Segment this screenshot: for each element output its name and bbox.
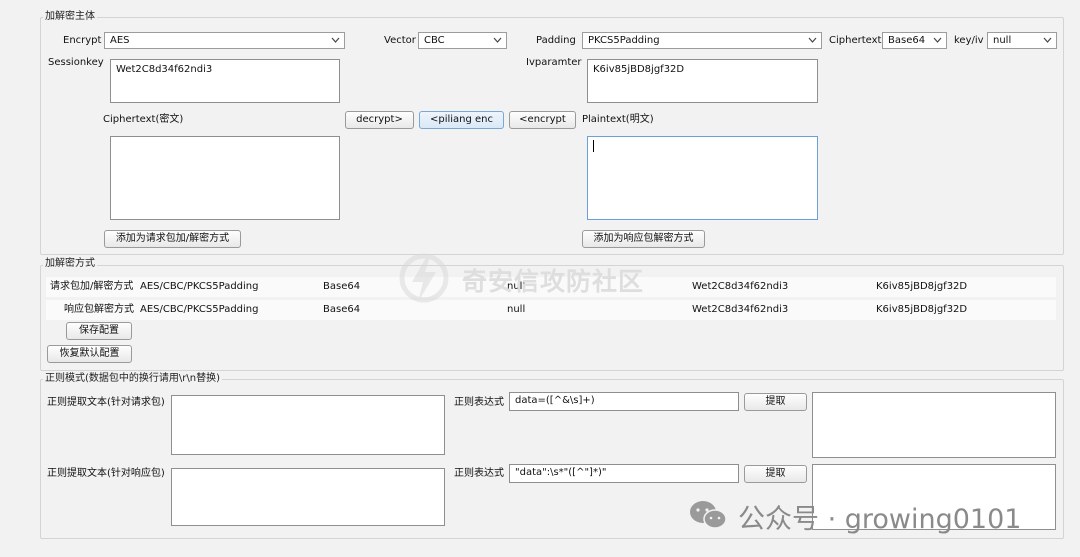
- method-row-iv: K6iv85jBD8jgf32D: [876, 281, 968, 292]
- vector-select[interactable]: CBC: [418, 32, 507, 49]
- regex-response-textarea[interactable]: [171, 468, 445, 526]
- vector-select-value: CBC: [424, 35, 445, 46]
- method-row-key: Wet2C8d34f62ndi3: [692, 281, 789, 292]
- method-row-algo: AES/CBC/PKCS5Padding: [140, 281, 259, 292]
- vector-label: Vector: [384, 35, 416, 46]
- chevron-down-icon: [331, 37, 340, 43]
- add-response-method-button[interactable]: 添加为响应包解密方式: [582, 230, 705, 248]
- crypto-group-legend: 加解密主体: [43, 11, 97, 23]
- regex-expr-value-1: data=([^&\s]+): [515, 395, 595, 406]
- method-row-iv: K6iv85jBD8jgf32D: [876, 304, 968, 315]
- ciphertext-format-label: Ciphertext: [829, 35, 882, 46]
- regex-expr-input-2[interactable]: "data":\s*"([^"]*)": [509, 464, 739, 483]
- chevron-down-icon: [1043, 37, 1052, 43]
- chevron-down-icon: [933, 37, 942, 43]
- extract-button-1[interactable]: 提取: [744, 393, 807, 411]
- plaintext-textarea[interactable]: [587, 136, 818, 220]
- encrypt-label: Encrypt: [63, 35, 102, 46]
- method-row-keyiv: null: [507, 304, 526, 315]
- ciphertext-format-value: Base64: [888, 35, 926, 46]
- center-watermark: 奇安信攻防社区: [462, 267, 645, 296]
- regex-expr-label-1: 正则表达式: [454, 397, 504, 408]
- regex-expr-value-2: "data":\s*"([^"]*)": [515, 467, 607, 478]
- padding-label: Padding: [536, 35, 576, 46]
- chevron-down-icon: [808, 37, 817, 43]
- qianxin-logo-icon: [399, 253, 449, 303]
- plaintext-area-label: Plaintext(明文): [582, 114, 654, 125]
- regex-expr-input-1[interactable]: data=([^&\s]+): [509, 392, 739, 411]
- decrypt-button[interactable]: decrypt>: [345, 111, 414, 129]
- regex-request-label: 正则提取文本(针对请求包): [47, 397, 165, 408]
- ivparam-input[interactable]: K6iv85jBD8jgf32D: [587, 59, 818, 103]
- keyiv-select[interactable]: null: [987, 32, 1057, 49]
- wechat-icon: [690, 501, 727, 529]
- add-request-method-button[interactable]: 添加为请求包加/解密方式: [104, 230, 241, 248]
- extract-button-2[interactable]: 提取: [744, 465, 807, 483]
- sessionkey-label: Sessionkey: [48, 57, 104, 68]
- restore-default-config-button[interactable]: 恢复默认配置: [47, 345, 132, 363]
- chevron-down-icon: [493, 37, 502, 43]
- regex-request-textarea[interactable]: [171, 395, 445, 455]
- encrypt-select[interactable]: AES: [104, 32, 345, 49]
- ivparam-label: Ivparamter: [526, 57, 582, 68]
- ciphertext-format-select[interactable]: Base64: [882, 32, 947, 49]
- keyiv-label: key/iv: [954, 35, 984, 46]
- method-row-label: 请求包加/解密方式: [50, 281, 134, 292]
- sessionkey-input[interactable]: Wet2C8d34f62ndi3: [110, 59, 340, 103]
- padding-select-value: PKCS5Padding: [588, 35, 660, 46]
- method-row-algo: AES/CBC/PKCS5Padding: [140, 304, 259, 315]
- regex-expr-label-2: 正则表达式: [454, 468, 504, 479]
- method-row-encoding: Base64: [323, 281, 361, 292]
- keyiv-select-value: null: [993, 35, 1012, 46]
- encrypt-select-value: AES: [110, 35, 130, 46]
- bottom-watermark: 公众号 · growing0101: [738, 504, 1022, 535]
- ciphertext-area-label: Ciphertext(密文): [103, 114, 184, 125]
- ciphertext-textarea[interactable]: [110, 136, 340, 220]
- sessionkey-value: Wet2C8d34f62ndi3: [116, 64, 213, 75]
- regex-response-label: 正则提取文本(针对响应包): [47, 468, 165, 479]
- text-caret: [593, 140, 594, 152]
- save-config-button[interactable]: 保存配置: [66, 322, 132, 340]
- piliang-enc-button[interactable]: <piliang enc: [419, 111, 504, 129]
- ivparam-value: K6iv85jBD8jgf32D: [593, 64, 685, 75]
- padding-select[interactable]: PKCS5Padding: [582, 32, 822, 49]
- method-row-encoding: Base64: [323, 304, 361, 315]
- methods-group-legend: 加解密方式: [43, 258, 97, 270]
- method-row-key: Wet2C8d34f62ndi3: [692, 304, 789, 315]
- regex-group-legend: 正则模式(数据包中的换行请用\r\n替换): [43, 373, 222, 385]
- regex-request-result[interactable]: [812, 392, 1056, 458]
- encrypt-button[interactable]: <encrypt: [509, 111, 576, 129]
- method-row-label: 响应包解密方式: [64, 304, 134, 315]
